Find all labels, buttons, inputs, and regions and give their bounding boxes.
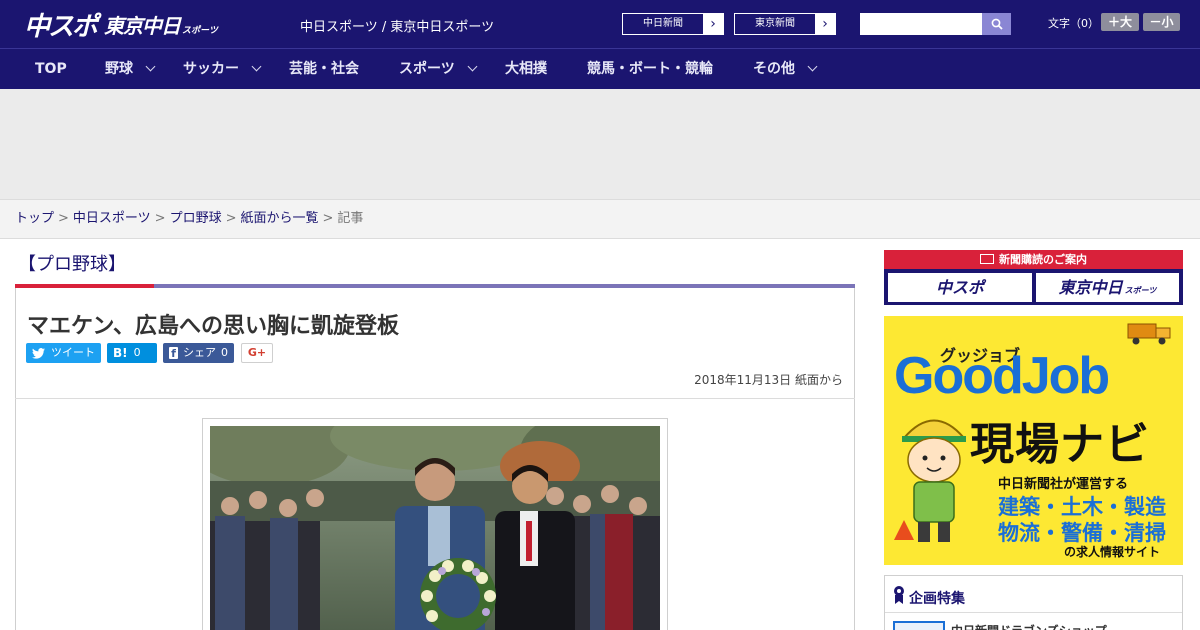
feature-divider bbox=[885, 612, 1182, 613]
nav-label: TOP bbox=[35, 61, 67, 77]
subscribe-tokyo-chunichi-small: スポーツ bbox=[1124, 286, 1157, 295]
newspaper-icon bbox=[980, 254, 994, 264]
truck-icon bbox=[1127, 323, 1171, 345]
nav-item-top[interactable]: TOP bbox=[35, 49, 67, 89]
font-smaller-button[interactable]: －小 bbox=[1143, 13, 1180, 31]
worker-character-icon bbox=[894, 419, 967, 542]
breadcrumb-separator: > bbox=[322, 211, 334, 226]
chunichi-shimbun-link[interactable]: 中日新聞 › bbox=[622, 13, 724, 35]
chevron-down-icon bbox=[251, 61, 262, 72]
nav-item-entertainment[interactable]: 芸能・社会 bbox=[289, 49, 359, 89]
search-icon bbox=[991, 18, 1003, 30]
breadcrumb: トップ > 中日スポーツ > プロ野球 > 紙面から一覧 > 記事 bbox=[0, 200, 1200, 239]
photo-illustration bbox=[210, 426, 660, 630]
article-divider bbox=[15, 398, 855, 399]
nav-item-racing[interactable]: 競馬・ボート・競輪 bbox=[587, 49, 713, 89]
breadcrumb-current: 記事 bbox=[337, 211, 364, 226]
site-header: 中スポ 東京中日 スポーツ 中日スポーツ / 東京中日スポーツ 中日新聞 › 東京… bbox=[0, 0, 1200, 48]
breadcrumb-pro-baseball[interactable]: プロ野球 bbox=[170, 211, 222, 226]
chevron-down-icon bbox=[807, 61, 818, 72]
nav-label: スポーツ bbox=[399, 61, 455, 77]
tokyo-shimbun-link[interactable]: 東京新聞 › bbox=[734, 13, 836, 35]
feature-item-dragons-shop[interactable]: 中日新聞ドラゴンズショップ bbox=[951, 622, 1107, 630]
hatena-bookmark-button[interactable]: B! 0 bbox=[107, 343, 157, 363]
tweet-label: ツイート bbox=[51, 346, 95, 359]
tweet-button[interactable]: ツイート bbox=[26, 343, 101, 363]
chunichi-shimbun-label: 中日新聞 bbox=[643, 18, 683, 29]
hatena-bookmark-icon: B! bbox=[113, 346, 128, 360]
nav-item-other[interactable]: その他 bbox=[753, 49, 818, 89]
nav-label: サッカー bbox=[183, 61, 239, 77]
nav-label: その他 bbox=[753, 61, 795, 77]
subscription-title-text: 新聞購読のご案内 bbox=[999, 253, 1087, 266]
facebook-share-button[interactable]: f シェア 0 bbox=[163, 343, 234, 363]
logo-tokyo-chunichi-text: 東京中日 bbox=[104, 13, 181, 38]
nav-label: 競馬・ボート・競輪 bbox=[587, 61, 713, 77]
article-top-rule-accent bbox=[15, 284, 154, 288]
main-nav: TOP 野球 サッカー 芸能・社会 スポーツ 大相撲 競馬・ボート・競輪 その他 bbox=[0, 48, 1200, 89]
search-input[interactable] bbox=[860, 13, 982, 35]
article-headline: マエケン、広島への思い胸に凱旋登板 bbox=[27, 314, 400, 339]
nav-item-sumo[interactable]: 大相撲 bbox=[505, 49, 547, 89]
search-form bbox=[860, 13, 1011, 35]
google-plus-button[interactable]: G+ bbox=[241, 343, 273, 363]
chevron-down-icon bbox=[145, 61, 156, 72]
goodjob-footer: の求人情報サイト bbox=[1064, 545, 1161, 559]
breadcrumb-chunichi-sports[interactable]: 中日スポーツ bbox=[73, 211, 151, 226]
logo-chuspo[interactable]: 中スポ bbox=[24, 6, 98, 43]
article-top-rule bbox=[15, 284, 855, 288]
font-size-label: 文字（0） bbox=[1048, 17, 1099, 30]
nav-label: 野球 bbox=[105, 61, 133, 77]
subscription-banner[interactable]: 新聞購読のご案内 中スポ 東京中日 スポーツ bbox=[884, 250, 1183, 305]
goodjob-banner[interactable]: グッジョブ GoodJob 現場ナビ 中日新聞社が運営する 建築・土木・製造 物… bbox=[884, 316, 1183, 565]
nav-label: 大相撲 bbox=[505, 61, 547, 77]
facebook-icon: f bbox=[169, 347, 178, 360]
breadcrumb-print-list[interactable]: 紙面から一覧 bbox=[241, 211, 319, 226]
section-label: 【プロ野球】 bbox=[18, 254, 126, 275]
article-dateline: 2018年11月13日 紙面から bbox=[694, 373, 843, 387]
logo-tokyo-chunichi[interactable]: 東京中日 スポーツ bbox=[104, 10, 218, 39]
goodjob-title: GoodJob bbox=[894, 347, 1110, 405]
nav-item-soccer[interactable]: サッカー bbox=[183, 49, 262, 89]
subscription-banner-title: 新聞購読のご案内 bbox=[884, 250, 1183, 269]
site-logo[interactable]: 中スポ 東京中日 スポーツ bbox=[24, 6, 218, 43]
site-tagline[interactable]: 中日スポーツ / 東京中日スポーツ bbox=[300, 16, 494, 35]
nav-item-sports[interactable]: スポーツ bbox=[399, 49, 478, 89]
breadcrumb-separator: > bbox=[225, 211, 237, 226]
article-photo-frame bbox=[202, 418, 668, 630]
subscribe-tokyo-chunichi-link[interactable]: 東京中日 スポーツ bbox=[1036, 273, 1179, 302]
nav-label: 芸能・社会 bbox=[289, 61, 359, 77]
goodjob-operator: 中日新聞社が運営する bbox=[998, 477, 1129, 492]
breadcrumb-separator: > bbox=[58, 211, 69, 226]
search-button[interactable] bbox=[982, 13, 1011, 35]
breadcrumb-separator: > bbox=[154, 211, 166, 226]
facebook-share-label: シェア bbox=[183, 346, 216, 359]
nav-item-baseball[interactable]: 野球 bbox=[105, 49, 156, 89]
chevron-right-icon: › bbox=[815, 14, 835, 34]
facebook-count: 0 bbox=[221, 346, 228, 359]
article-photo[interactable] bbox=[210, 426, 660, 630]
subscribe-chuspo-link[interactable]: 中スポ bbox=[888, 273, 1032, 302]
goodjob-subtitle: 現場ナビ bbox=[970, 419, 1150, 470]
chevron-down-icon bbox=[467, 61, 478, 72]
logo-tokyo-chunichi-small: スポーツ bbox=[182, 25, 218, 36]
twitter-bird-icon bbox=[32, 347, 45, 359]
ad-banner-area bbox=[0, 89, 1200, 200]
feature-title: 企画特集 bbox=[909, 591, 965, 607]
font-larger-button[interactable]: ＋大 bbox=[1101, 13, 1139, 31]
breadcrumb-top[interactable]: トップ bbox=[15, 211, 54, 226]
ribbon-award-icon bbox=[894, 586, 904, 604]
chevron-right-icon: › bbox=[703, 14, 723, 34]
hatena-count: 0 bbox=[133, 346, 141, 359]
dragons-shop-thumbnail[interactable] bbox=[893, 621, 945, 630]
tokyo-shimbun-label: 東京新聞 bbox=[755, 18, 795, 29]
subscribe-tokyo-chunichi-text: 東京中日 bbox=[1058, 278, 1123, 297]
